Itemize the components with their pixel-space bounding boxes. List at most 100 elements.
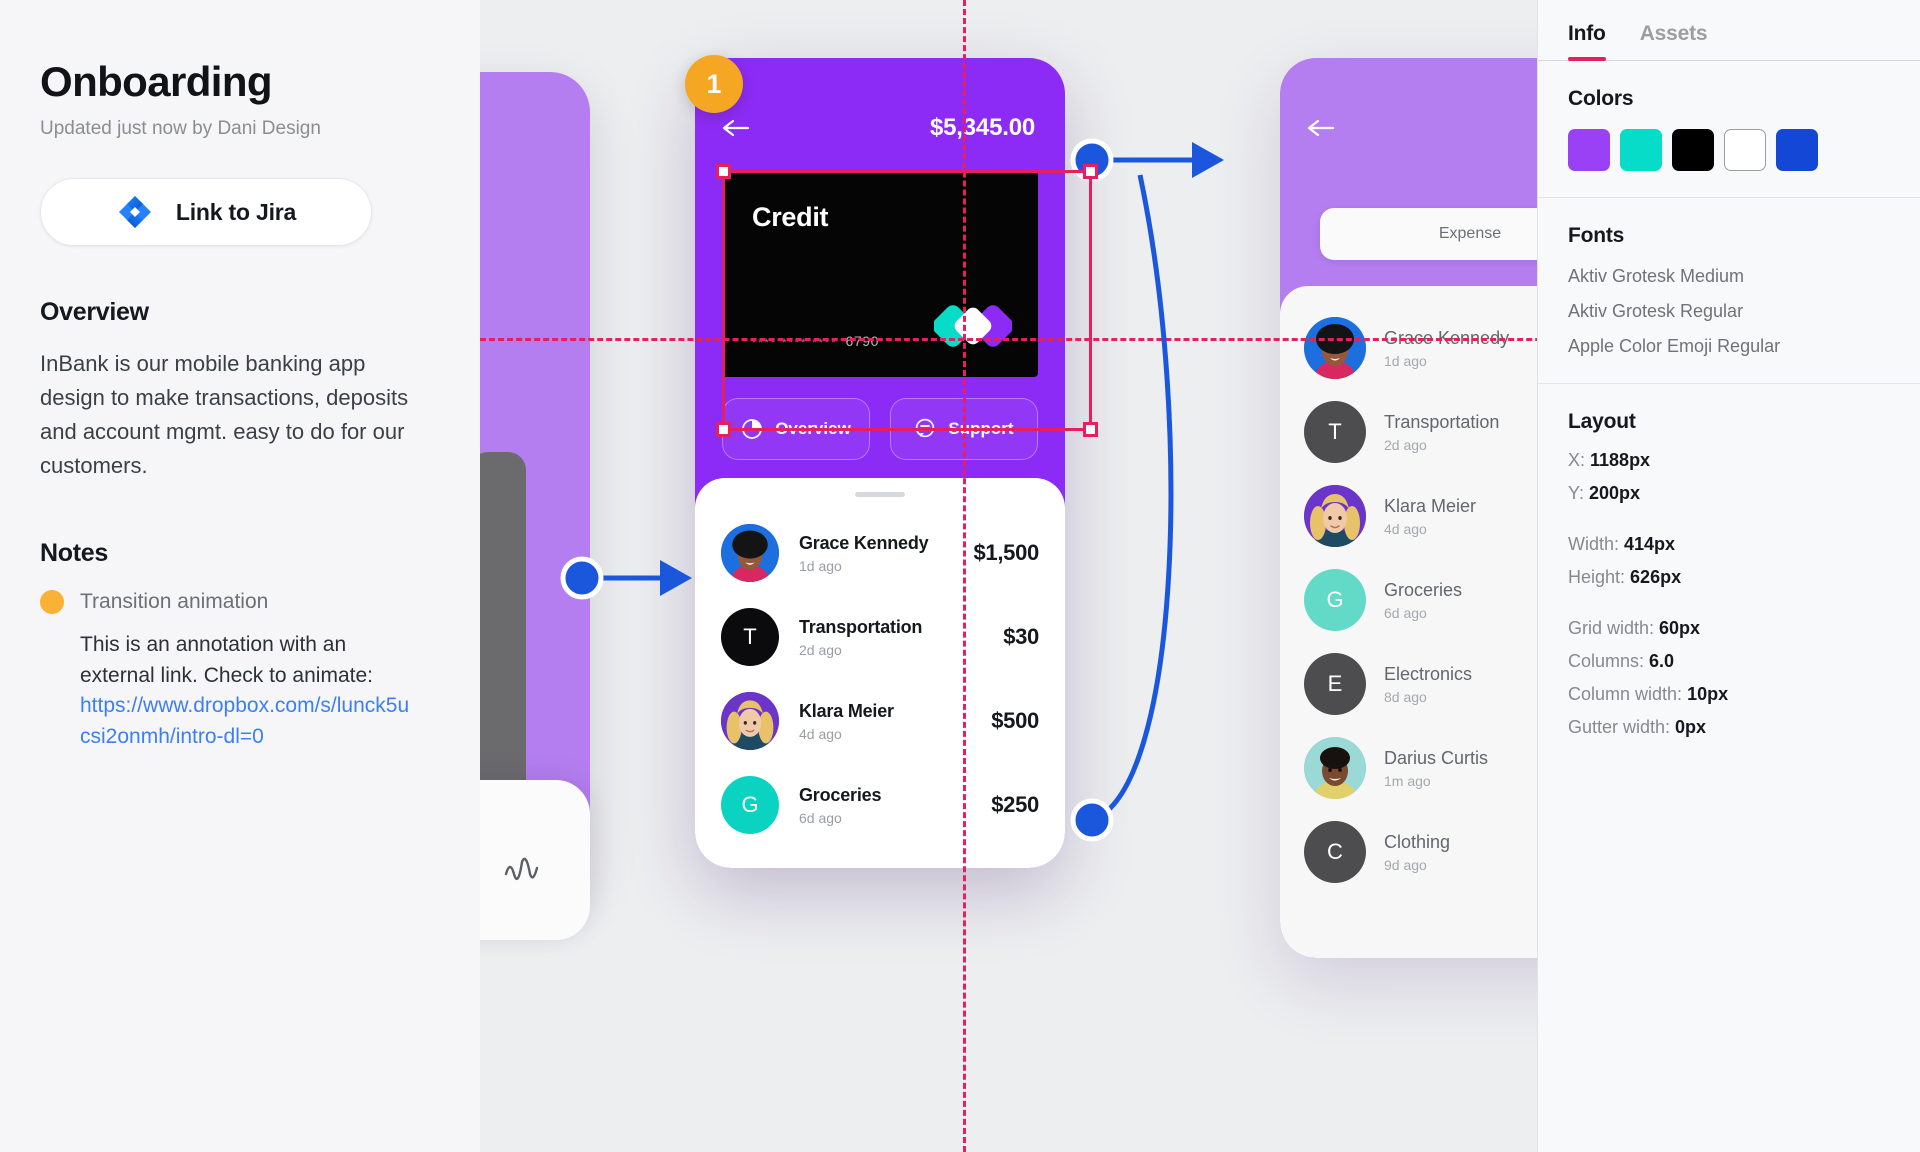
card-last4: 6790 bbox=[845, 333, 880, 349]
artboard-left-partial[interactable] bbox=[480, 72, 590, 892]
person-photo-icon bbox=[1304, 317, 1366, 379]
support-action-button[interactable]: Support bbox=[890, 398, 1038, 460]
artboard-center-credit[interactable]: $5,345.00 Credit **** **** **** 6790 Ove… bbox=[695, 58, 1065, 868]
transaction-name: Transportation bbox=[799, 616, 923, 637]
link-to-jira-button[interactable]: Link to Jira bbox=[40, 178, 372, 247]
layout-prop-height: Height: 626px bbox=[1568, 567, 1890, 588]
expense-filter-label: Expense bbox=[1438, 225, 1502, 242]
transaction-row[interactable]: G Groceries 6d ago $250 bbox=[721, 763, 1039, 847]
font-item[interactable]: Aktiv Grotesk Regular bbox=[1568, 301, 1890, 322]
expense-timestamp: 8d ago bbox=[1384, 688, 1427, 705]
layout-prop-key: Width: bbox=[1568, 534, 1625, 554]
font-list: Aktiv Grotesk Medium Aktiv Grotesk Regula… bbox=[1568, 266, 1890, 357]
expense-info: Klara Meier 4d ago bbox=[1366, 496, 1476, 537]
note-item[interactable]: Transition animation bbox=[40, 590, 440, 615]
layout-prop-y: Y: 200px bbox=[1568, 483, 1890, 504]
layout-prop-value: 626px bbox=[1630, 567, 1682, 587]
transaction-row[interactable]: Grace Kennedy 1d ago $1,500 bbox=[721, 511, 1039, 595]
back-arrow-icon[interactable] bbox=[1306, 118, 1334, 138]
transaction-row[interactable]: Klara Meier 4d ago $500 bbox=[721, 679, 1039, 763]
avatar bbox=[721, 692, 779, 750]
chat-bubble-icon bbox=[916, 418, 935, 438]
card-mask: **** **** **** bbox=[752, 337, 838, 349]
expense-name: Groceries bbox=[1384, 579, 1463, 600]
layout-prop-key: Grid width: bbox=[1568, 618, 1660, 638]
avatar bbox=[1304, 737, 1366, 799]
transaction-amount: $1,500 bbox=[973, 540, 1040, 565]
overview-heading: Overview bbox=[40, 298, 149, 327]
layout-prop-value: 414px bbox=[1624, 534, 1676, 554]
avatar bbox=[1304, 485, 1366, 547]
avatar: C bbox=[1304, 821, 1366, 883]
layout-prop-key: Y: bbox=[1568, 483, 1590, 503]
layout-group-spacer bbox=[1568, 588, 1890, 606]
tab-assets[interactable]: Assets bbox=[1640, 22, 1708, 60]
overview-action-label: Overview bbox=[775, 419, 851, 438]
color-swatch-blue[interactable] bbox=[1776, 129, 1818, 171]
color-swatch-black[interactable] bbox=[1672, 129, 1714, 171]
color-swatch-white[interactable] bbox=[1724, 129, 1766, 171]
credit-card[interactable]: Credit **** **** **** 6790 bbox=[722, 170, 1038, 377]
avatar-initial: G bbox=[741, 792, 759, 817]
fonts-section: Fonts Aktiv Grotesk Medium Aktiv Grotesk … bbox=[1538, 198, 1920, 384]
left-sidebar: Onboarding Updated just now by Dani Desi… bbox=[0, 0, 480, 1152]
expense-timestamp: 1m ago bbox=[1384, 772, 1431, 789]
layout-prop-value: 6.0 bbox=[1649, 651, 1675, 671]
expense-name: Klara Meier bbox=[1384, 495, 1477, 516]
expense-timestamp: 9d ago bbox=[1384, 856, 1427, 873]
page-subtitle: Updated just now by Dani Design bbox=[40, 118, 321, 140]
person-photo-icon bbox=[1304, 737, 1366, 799]
layout-prop-value: 10px bbox=[1687, 684, 1729, 704]
resize-handle-top-right[interactable] bbox=[1083, 164, 1098, 179]
font-item[interactable]: Apple Color Emoji Regular bbox=[1568, 336, 1890, 357]
layout-prop-key: X: bbox=[1568, 450, 1591, 470]
note-external-link[interactable]: https://www.dropbox.com/s/lunck5ucsi2onm… bbox=[80, 691, 410, 752]
expense-name: Grace Kennedy bbox=[1384, 327, 1510, 348]
transaction-name: Grace Kennedy bbox=[799, 532, 929, 553]
color-swatch-teal[interactable] bbox=[1620, 129, 1662, 171]
avatar-initial: T bbox=[1328, 419, 1342, 444]
transaction-timestamp: 6d ago bbox=[799, 809, 842, 826]
note-title: Transition animation bbox=[80, 590, 269, 614]
layout-prop-value: 60px bbox=[1659, 618, 1701, 638]
artboard-left-bottom-card[interactable] bbox=[480, 780, 590, 940]
avatar: G bbox=[1304, 569, 1366, 631]
layout-prop-width: Width: 414px bbox=[1568, 534, 1890, 555]
layout-section: Layout X: 1188px Y: 200px Width: 414px Heig… bbox=[1538, 384, 1920, 764]
avatar-initial: E bbox=[1327, 671, 1343, 696]
design-handoff-app: Onboarding Updated just now by Dani Desi… bbox=[0, 0, 1920, 1152]
transaction-row[interactable]: T Transportation 2d ago $30 bbox=[721, 595, 1039, 679]
resize-handle-bottom-right[interactable] bbox=[1083, 422, 1098, 437]
color-swatch-purple[interactable] bbox=[1568, 129, 1610, 171]
layout-prop-value: 200px bbox=[1589, 483, 1641, 503]
layout-prop-value: 0px bbox=[1675, 717, 1707, 737]
color-swatch-row bbox=[1568, 129, 1890, 171]
layout-heading: Layout bbox=[1568, 410, 1636, 433]
avatar bbox=[721, 524, 779, 582]
overview-action-button[interactable]: Overview bbox=[722, 398, 870, 460]
layout-prop-columnwidth: Column width: 10px bbox=[1568, 684, 1890, 705]
layout-prop-x: X: 1188px bbox=[1568, 450, 1890, 471]
transaction-info: Klara Meier 4d ago bbox=[779, 701, 991, 742]
transaction-list: Grace Kennedy 1d ago $1,500 T Transportation… bbox=[695, 497, 1065, 847]
person-photo-icon bbox=[1304, 485, 1366, 547]
person-photo-icon bbox=[721, 692, 779, 750]
transaction-info: Transportation 2d ago bbox=[779, 617, 1003, 658]
transaction-info: Grace Kennedy 1d ago bbox=[779, 533, 974, 574]
expense-timestamp: 6d ago bbox=[1384, 604, 1427, 621]
layout-prop-value: 1188px bbox=[1590, 450, 1651, 470]
expense-info: Electronics 8d ago bbox=[1366, 664, 1472, 705]
transaction-name: Groceries bbox=[799, 784, 882, 805]
step-number-badge[interactable]: 1 bbox=[685, 55, 743, 113]
expense-name: Darius Curtis bbox=[1384, 747, 1489, 768]
avatar-initial: G bbox=[1326, 587, 1344, 612]
credit-card-number: **** **** **** 6790 bbox=[752, 333, 879, 349]
expense-info: Transportation 2d ago bbox=[1366, 412, 1499, 453]
layout-prop-columns: Columns: 6.0 bbox=[1568, 651, 1890, 672]
font-item[interactable]: Aktiv Grotesk Medium bbox=[1568, 266, 1890, 287]
tab-info[interactable]: Info bbox=[1568, 22, 1606, 61]
layout-prop-key: Column width: bbox=[1568, 684, 1688, 704]
credit-card-label: Credit bbox=[752, 202, 829, 232]
back-arrow-icon[interactable] bbox=[721, 118, 749, 138]
page-title: Onboarding bbox=[40, 58, 273, 105]
